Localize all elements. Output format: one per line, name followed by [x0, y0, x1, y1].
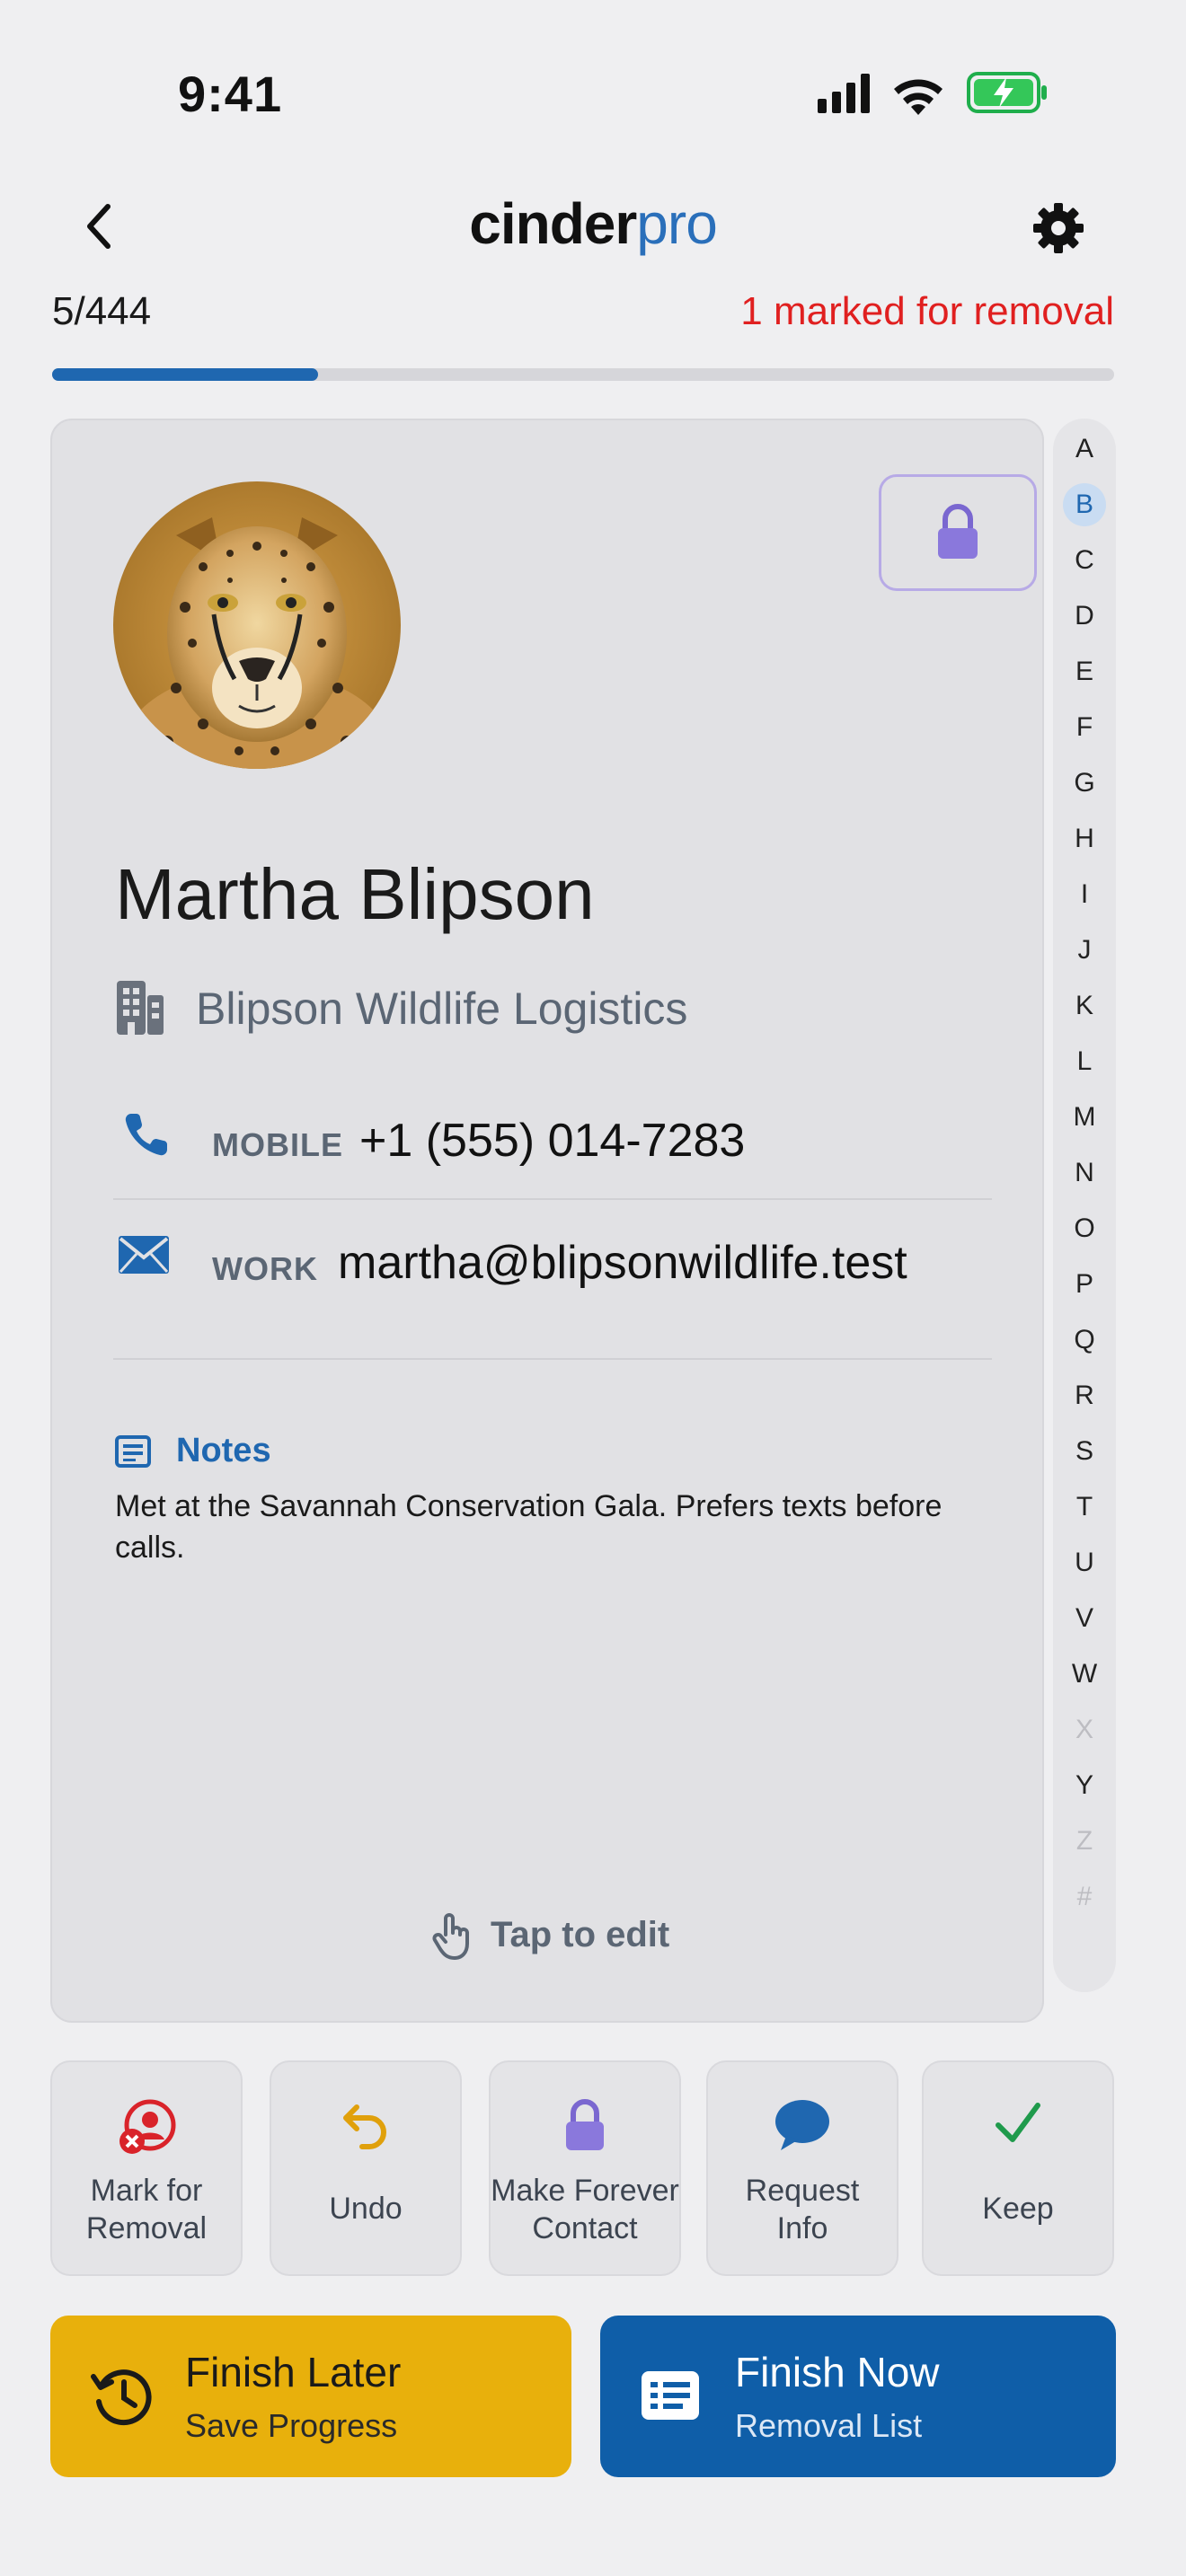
index-letter-l[interactable]: L [1053, 1044, 1116, 1080]
lock-icon [938, 504, 978, 559]
lock-icon [566, 2099, 604, 2150]
gear-icon[interactable] [1030, 199, 1087, 257]
action-label-line1: Mark for [90, 2174, 203, 2208]
phone-icon[interactable] [122, 1110, 171, 1159]
progress-counter: 5/444 [52, 289, 152, 333]
undo-icon [343, 2104, 386, 2149]
forever-lock-button[interactable] [879, 474, 1037, 591]
check-icon [996, 2103, 1040, 2142]
index-letter-m[interactable]: M [1053, 1099, 1116, 1135]
index-letter-b[interactable]: B [1053, 487, 1116, 523]
finish-later-subtitle: Save Progress [185, 2407, 398, 2444]
index-letter-e[interactable]: E [1053, 654, 1116, 690]
index-letter-j[interactable]: J [1053, 932, 1116, 968]
progress-bar [52, 368, 1114, 381]
index-letter-h[interactable]: H [1053, 821, 1116, 857]
index-letter-t[interactable]: T [1053, 1489, 1116, 1525]
index-letter-u[interactable]: U [1053, 1545, 1116, 1581]
action-label-line2: Contact [532, 2211, 638, 2245]
index-letter-c[interactable]: C [1053, 543, 1116, 578]
action-label-line1: Request [745, 2174, 860, 2208]
undo-button[interactable]: Undo [270, 2060, 462, 2276]
list-icon [642, 2371, 699, 2420]
index-letter-k[interactable]: K [1053, 988, 1116, 1024]
logo-part-cinder: cinder [469, 191, 637, 256]
action-label-line2: Info [776, 2211, 828, 2245]
cheetah-photo [113, 481, 401, 769]
battery-charging-icon [967, 72, 1047, 113]
index-letter-hash[interactable]: # [1053, 1879, 1116, 1915]
history-clock-icon [91, 2369, 152, 2426]
contact-name: Martha Blipson [115, 854, 595, 934]
index-letter-o[interactable]: O [1053, 1211, 1116, 1247]
notes-text: Met at the Savannah Conservation Gala. P… [115, 1489, 943, 1565]
contact-card[interactable]: Martha Blipson Blipson Wildlife Logistic… [50, 419, 1044, 2023]
index-letter-f[interactable]: F [1053, 710, 1116, 745]
building-icon [117, 981, 164, 1035]
make-forever-contact-button[interactable]: Make Forever Contact [489, 2060, 681, 2276]
index-letter-d[interactable]: D [1053, 598, 1116, 634]
index-letter-s[interactable]: S [1053, 1434, 1116, 1469]
index-letter-n[interactable]: N [1053, 1155, 1116, 1191]
index-letter-q[interactable]: Q [1053, 1322, 1116, 1358]
alphabet-index[interactable]: A B C D E F G H I J K L M N O P Q R S T U V W X Y Z # [1053, 419, 1116, 1992]
mail-icon[interactable] [117, 1234, 171, 1275]
remove-user-icon [119, 2099, 176, 2154]
notes-icon [115, 1435, 151, 1468]
logo-part-pro: pro [636, 191, 717, 256]
progress-bar-fill [52, 368, 318, 381]
action-label-line1: Undo [329, 2192, 403, 2226]
finish-now-button[interactable]: Finish Now Removal List [600, 2316, 1116, 2477]
mark-for-removal-button[interactable]: Mark for Removal [50, 2060, 243, 2276]
avatar [113, 481, 401, 769]
index-letter-y[interactable]: Y [1053, 1768, 1116, 1804]
index-letter-v[interactable]: V [1053, 1601, 1116, 1636]
action-label-line1: Make Forever [491, 2174, 679, 2208]
finish-now-subtitle: Removal List [735, 2407, 923, 2444]
cellular-signal-icon [818, 74, 870, 113]
tap-hand-icon [432, 1913, 469, 1960]
chat-bubble-icon [775, 2100, 829, 2150]
finish-now-title: Finish Now [735, 2349, 940, 2395]
divider [113, 1198, 992, 1200]
finish-later-title: Finish Later [185, 2349, 402, 2395]
request-info-button[interactable]: Request Info [706, 2060, 898, 2276]
email-type-label: WORK [212, 1250, 318, 1287]
status-time: 9:41 [178, 66, 283, 122]
divider [113, 1358, 992, 1360]
phone-type-label: MOBILE [212, 1126, 343, 1163]
index-letter-g[interactable]: G [1053, 765, 1116, 801]
index-letter-i[interactable]: I [1053, 877, 1116, 913]
index-letter-x[interactable]: X [1053, 1712, 1116, 1748]
action-label-line2: Removal [85, 2211, 208, 2245]
wifi-icon [894, 79, 943, 115]
email-address[interactable]: martha@blipsonwildlife.test [338, 1236, 907, 1290]
marked-for-removal-count[interactable]: 1 marked for removal [740, 289, 1114, 334]
app-logo: cinderpro [0, 190, 1186, 257]
index-letter-r[interactable]: R [1053, 1378, 1116, 1414]
index-letter-a[interactable]: A [1053, 431, 1116, 467]
phone-number[interactable]: +1 (555) 014-7283 [359, 1114, 745, 1168]
tap-to-edit-label[interactable]: Tap to edit [491, 1915, 669, 1955]
index-letter-w[interactable]: W [1053, 1656, 1116, 1692]
contact-company: Blipson Wildlife Logistics [196, 984, 688, 1034]
notes-title: Notes [176, 1432, 271, 1469]
keep-button[interactable]: Keep [922, 2060, 1114, 2276]
status-icons [818, 72, 1047, 115]
index-letter-p[interactable]: P [1053, 1266, 1116, 1302]
finish-later-button[interactable]: Finish Later Save Progress [50, 2316, 571, 2477]
index-letter-z[interactable]: Z [1053, 1823, 1116, 1859]
action-label-line1: Keep [982, 2192, 1054, 2226]
